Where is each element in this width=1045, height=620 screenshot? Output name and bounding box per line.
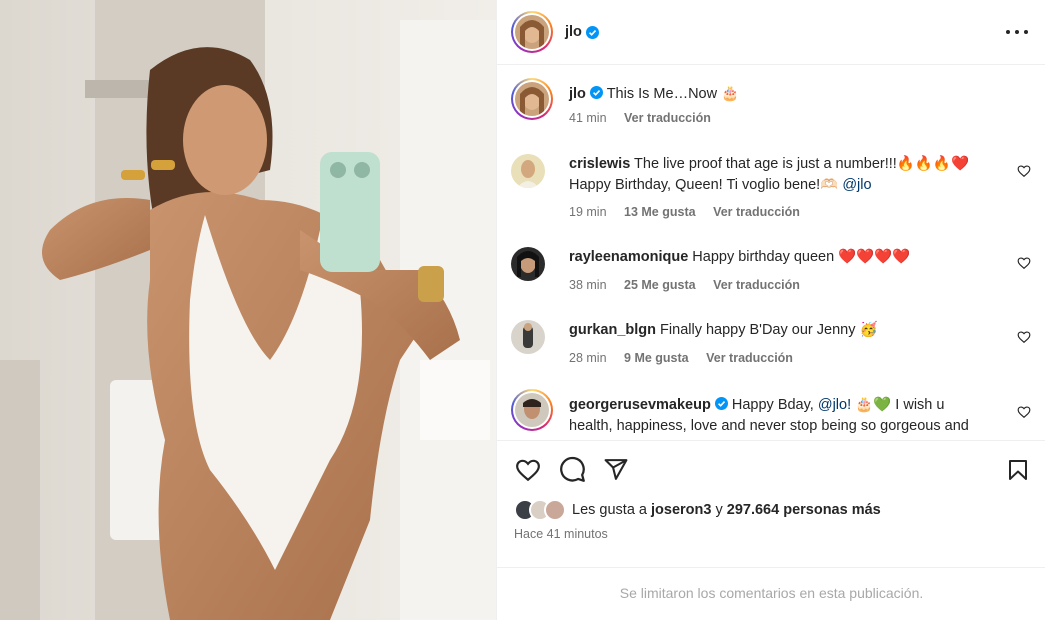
translate-button[interactable]: Ver traducción <box>706 351 793 365</box>
comment-username[interactable]: georgerusevmakeup <box>569 397 711 413</box>
comments-limited-notice: Se limitaron los comentarios en esta pub… <box>497 567 1045 620</box>
comment-emoji: 🎂💚 <box>855 397 892 413</box>
comment-username[interactable]: rayleenamonique <box>569 249 688 265</box>
verified-badge-icon <box>589 86 603 99</box>
commenter-avatar[interactable] <box>511 154 545 188</box>
comment-likes[interactable]: 13 Me gusta <box>624 205 696 219</box>
likes-count[interactable]: 297.664 personas más <box>727 502 881 518</box>
send-icon[interactable] <box>603 457 629 482</box>
caption-time[interactable]: 41 min <box>569 111 607 125</box>
profile-avatar-ring[interactable] <box>511 11 553 53</box>
comment-text-line2: Happy Birthday, Queen! Ti voglio bene! <box>569 176 821 193</box>
comment-text: Finally happy B'Day our Jenny <box>660 322 856 338</box>
caption-text: This Is Me…Now <box>606 86 718 102</box>
mention-link[interactable]: @jlo! <box>818 397 851 413</box>
like-comment-heart-icon[interactable] <box>1017 256 1031 270</box>
avatar <box>515 15 549 49</box>
comment-text: The live proof that age is just a number… <box>634 156 897 172</box>
comment-time[interactable]: 19 min <box>569 205 607 219</box>
like-comment-heart-icon[interactable] <box>1017 330 1031 344</box>
comment-time[interactable]: 38 min <box>569 278 607 292</box>
like-comment-heart-icon[interactable] <box>1017 405 1031 419</box>
comment-time[interactable]: 28 min <box>569 351 607 365</box>
commenter-avatar[interactable] <box>511 247 545 281</box>
caption-avatar[interactable] <box>511 78 553 120</box>
bookmark-icon[interactable] <box>1006 457 1030 483</box>
likes-summary[interactable]: Les gusta a joseron3 y 297.664 personas … <box>514 499 881 521</box>
commenter-avatar[interactable] <box>511 389 553 431</box>
commenter-avatar[interactable] <box>511 320 545 354</box>
heart-icon[interactable] <box>514 457 542 483</box>
comment-likes[interactable]: 25 Me gusta <box>624 278 696 292</box>
translate-button[interactable]: Ver traducción <box>624 111 711 125</box>
post-timestamp[interactable]: Hace 41 minutos <box>514 527 608 541</box>
comment-emoji: 🫶🏻 <box>820 176 839 193</box>
post-actions: Les gusta a joseron3 y 297.664 personas … <box>497 440 1045 620</box>
comment-text: Happy birthday queen <box>692 249 835 265</box>
verified-badge-icon <box>585 25 599 39</box>
more-options-icon <box>1006 30 1010 34</box>
post-image <box>0 0 496 620</box>
header-username[interactable]: jlo <box>565 24 582 40</box>
mention-link[interactable]: @jlo <box>842 177 871 193</box>
verified-badge-icon <box>714 397 728 410</box>
comment-icon[interactable] <box>559 456 586 483</box>
avatar <box>515 82 549 116</box>
avatar <box>515 393 549 427</box>
caption-username[interactable]: jlo <box>569 86 586 102</box>
liker-avatars <box>514 499 566 521</box>
more-options-button[interactable] <box>1006 22 1028 42</box>
caption-emoji: 🎂 <box>721 86 740 102</box>
comment-emoji: 🔥🔥🔥❤️ <box>896 156 970 172</box>
post-photo[interactable] <box>0 0 496 620</box>
translate-button[interactable]: Ver traducción <box>713 205 800 219</box>
post-side-panel: jlo jlo This Is Me…Now 🎂 41 min Ver trad… <box>496 0 1045 620</box>
comment-emoji: 🥳 <box>859 322 878 338</box>
comment-username[interactable]: gurkan_blgn <box>569 322 656 338</box>
comment-likes[interactable]: 9 Me gusta <box>624 351 689 365</box>
comment-text: Happy Bday, <box>731 397 814 413</box>
likes-prefix: Les gusta a <box>572 502 647 518</box>
likes-connector: y <box>715 502 723 518</box>
comment-emoji: ❤️❤️❤️❤️ <box>838 249 911 265</box>
translate-button[interactable]: Ver traducción <box>713 278 800 292</box>
liker-avatar <box>544 499 566 521</box>
post-header: jlo <box>497 0 1045 65</box>
like-comment-heart-icon[interactable] <box>1017 164 1031 178</box>
comments-list[interactable]: jlo This Is Me…Now 🎂 41 min Ver traducci… <box>497 66 1045 440</box>
comment-username[interactable]: crislewis <box>569 156 630 172</box>
likes-user[interactable]: joseron3 <box>651 502 711 518</box>
